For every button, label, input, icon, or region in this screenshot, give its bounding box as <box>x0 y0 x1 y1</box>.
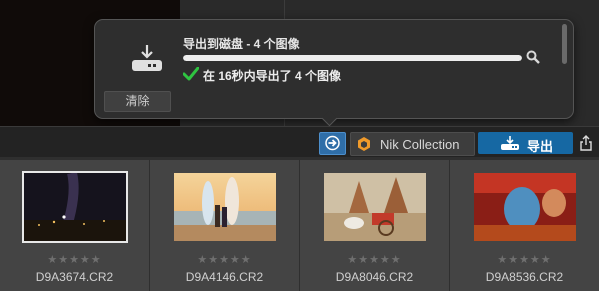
export-progress-popover: 清除 导出到磁盘 - 4 个图像 在 16秒内导出了 4 个图像 <box>94 19 574 119</box>
disk-drive-icon <box>132 45 162 71</box>
rating-stars[interactable]: ★★★★★ <box>300 253 449 266</box>
export-status: 在 16秒内导出了 4 个图像 <box>203 69 342 83</box>
filmstrip-item[interactable]: ★★★★★ D9A8046.CR2 <box>300 160 449 291</box>
clear-button[interactable]: 清除 <box>104 91 171 112</box>
share-icon[interactable] <box>579 135 593 151</box>
filmstrip-item[interactable]: ★★★★★ D9A3674.CR2 <box>0 160 149 291</box>
bottom-toolbar: Nik Collection 导出 <box>0 126 599 158</box>
export-progress-bar <box>183 55 522 61</box>
file-name: D9A3674.CR2 <box>35 270 114 284</box>
rating-stars[interactable]: ★★★★★ <box>0 253 149 266</box>
filmstrip-item[interactable]: ★★★★★ D9A8536.CR2 <box>450 160 599 291</box>
nik-collection-label: Nik Collection <box>380 137 460 152</box>
activity-arrow-icon <box>325 135 340 151</box>
thumbnail-night-sky[interactable] <box>22 171 128 243</box>
checkmark-icon <box>183 67 199 81</box>
export-button[interactable]: 导出 <box>478 132 573 154</box>
thumbnail-ox-cart-temple[interactable] <box>324 173 426 241</box>
rating-stars[interactable]: ★★★★★ <box>450 253 599 266</box>
popover-scrollbar[interactable] <box>562 24 567 64</box>
export-label: 导出 <box>527 139 554 154</box>
file-name: D9A4146.CR2 <box>185 270 264 284</box>
nik-collection-button[interactable]: Nik Collection <box>350 132 475 156</box>
rating-stars[interactable]: ★★★★★ <box>150 253 299 266</box>
file-name: D9A8536.CR2 <box>485 270 564 284</box>
filmstrip-item[interactable]: ★★★★★ D9A4146.CR2 <box>150 160 299 291</box>
file-name: D9A8046.CR2 <box>335 270 414 284</box>
activity-button[interactable] <box>319 132 346 155</box>
export-progress-fill <box>183 55 522 61</box>
nik-collection-logo-icon <box>358 137 370 151</box>
magnifier-icon[interactable] <box>526 50 540 64</box>
thumbnail-beach-surfers[interactable] <box>174 173 276 241</box>
export-title: 导出到磁盘 - 4 个图像 <box>183 37 300 51</box>
export-disk-icon <box>501 136 519 150</box>
thumbnail-blue-face-portrait[interactable] <box>474 173 576 241</box>
filmstrip: ★★★★★ D9A3674.CR2 ★★★★★ D9A4146.CR2 ★★★★… <box>0 157 599 291</box>
